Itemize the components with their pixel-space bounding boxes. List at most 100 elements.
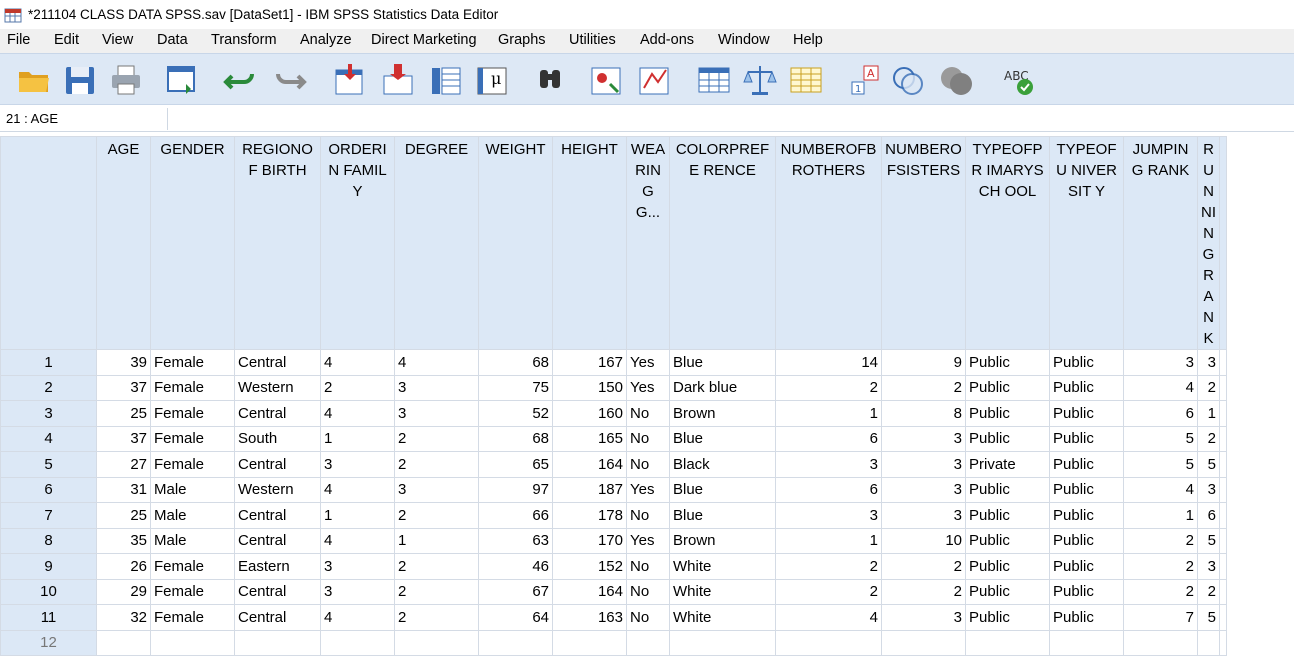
data-cell[interactable]: 163 [552,604,627,631]
data-cell[interactable]: No [626,604,670,631]
data-cell[interactable]: 10 [881,527,966,554]
data-cell[interactable]: 3 [881,604,966,631]
data-cell[interactable]: 2 [881,374,966,401]
data-cell[interactable]: 65 [478,451,553,478]
data-cell[interactable]: Public [1049,374,1124,401]
insert-cases-icon[interactable] [588,62,624,98]
data-cell[interactable]: 7 [1123,604,1198,631]
data-cell[interactable]: 2 [394,502,479,529]
data-cell[interactable]: 5 [1123,451,1198,478]
data-cell[interactable]: 152 [552,553,627,580]
column-header-height[interactable]: HEIGHT [552,136,627,350]
data-cell-empty[interactable] [1197,629,1220,656]
data-cell[interactable]: 3 [775,451,882,478]
print-icon[interactable] [108,62,144,98]
data-cell[interactable]: Public [1049,476,1124,503]
data-cell[interactable]: Female [150,400,235,427]
data-cell-empty[interactable] [1219,629,1227,656]
data-cell[interactable]: 6 [775,425,882,452]
redo-icon[interactable] [272,62,308,98]
column-header-wearingglasses[interactable]: WEA RING G... [626,136,670,350]
data-cell[interactable]: 4 [320,349,395,376]
data-cell[interactable]: Female [150,425,235,452]
column-header-numberofbrothers[interactable]: NUMBEROFB ROTHERS [775,136,882,350]
data-cell[interactable]: Private [965,451,1050,478]
column-header-degree[interactable]: DEGREE [394,136,479,350]
data-cell[interactable]: 5 [1197,451,1220,478]
data-cell[interactable]: 31 [96,476,151,503]
menu-help[interactable]: Help [793,32,823,48]
data-cell[interactable]: 3 [1123,349,1198,376]
row-number[interactable]: 10 [0,578,97,605]
row-number[interactable]: 6 [0,476,97,503]
column-header-weight[interactable]: WEIGHT [478,136,553,350]
data-cell[interactable]: 2 [394,425,479,452]
data-cell[interactable]: 26 [96,553,151,580]
data-cell[interactable]: No [626,400,670,427]
data-cell[interactable]: Public [1049,553,1124,580]
menu-edit[interactable]: Edit [54,32,79,48]
data-cell[interactable]: 4 [394,349,479,376]
data-cell-empty[interactable] [1219,400,1227,427]
data-cell[interactable]: 3 [394,476,479,503]
dialog-recall-icon[interactable] [164,62,200,98]
data-cell-empty[interactable] [234,629,321,656]
open-folder-icon[interactable] [16,62,52,98]
column-header-runningrank[interactable]: RUNNING RANK [1197,136,1220,350]
data-cell[interactable]: 37 [96,374,151,401]
data-cell[interactable]: 14 [775,349,882,376]
data-cell[interactable]: Public [1049,349,1124,376]
data-cell[interactable]: Public [965,425,1050,452]
data-cell[interactable]: Central [234,604,321,631]
data-cell[interactable]: Public [965,578,1050,605]
show-all-variables-icon[interactable] [938,62,974,98]
data-cell[interactable]: 2 [881,578,966,605]
data-cell[interactable]: 32 [96,604,151,631]
data-cell[interactable]: Central [234,578,321,605]
data-cell[interactable]: Female [150,451,235,478]
data-cell-empty[interactable] [1219,374,1227,401]
data-cell[interactable]: 3 [881,476,966,503]
data-cell[interactable]: No [626,425,670,452]
data-cell-empty[interactable] [96,629,151,656]
data-cell-empty[interactable] [669,629,776,656]
data-cell[interactable]: 25 [96,400,151,427]
data-cell[interactable]: 97 [478,476,553,503]
data-cell-empty[interactable] [394,629,479,656]
data-cell[interactable]: 1 [775,527,882,554]
data-cell[interactable]: 165 [552,425,627,452]
menu-data[interactable]: Data [157,32,188,48]
data-cell[interactable]: 3 [320,553,395,580]
column-header-typeofuniversity[interactable]: TYPEOFU NIVERSIT Y [1049,136,1124,350]
data-cell[interactable]: 160 [552,400,627,427]
data-cell[interactable]: 178 [552,502,627,529]
data-cell[interactable]: 1 [320,425,395,452]
data-cell[interactable]: Yes [626,527,670,554]
data-cell[interactable]: Public [1049,527,1124,554]
insert-variable-icon[interactable] [636,62,672,98]
data-cell[interactable]: 4 [320,604,395,631]
goto-variable-icon[interactable] [380,62,416,98]
data-cell[interactable]: No [626,451,670,478]
data-cell[interactable]: No [626,502,670,529]
data-cell-empty[interactable] [1123,629,1198,656]
data-cell[interactable]: 1 [320,502,395,529]
column-header-typeofprimaryschool[interactable]: TYPEOFPR IMARYSCH OOL [965,136,1050,350]
data-cell[interactable]: Yes [626,476,670,503]
goto-case-icon[interactable] [332,62,368,98]
data-cell[interactable]: 187 [552,476,627,503]
data-cell[interactable]: 3 [881,425,966,452]
data-cell[interactable]: 1 [775,400,882,427]
data-cell-empty[interactable] [881,629,966,656]
data-cell[interactable]: Female [150,604,235,631]
variables-icon[interactable] [428,62,464,98]
row-number[interactable]: 1 [0,349,97,376]
data-cell[interactable]: 3 [1197,349,1220,376]
row-number[interactable]: 7 [0,502,97,529]
data-cell[interactable]: 8 [881,400,966,427]
menu-direct-marketing[interactable]: Direct Marketing [371,32,477,48]
row-number[interactable]: 9 [0,553,97,580]
data-cell[interactable]: No [626,553,670,580]
data-cell[interactable]: 167 [552,349,627,376]
column-header-age[interactable]: AGE [96,136,151,350]
